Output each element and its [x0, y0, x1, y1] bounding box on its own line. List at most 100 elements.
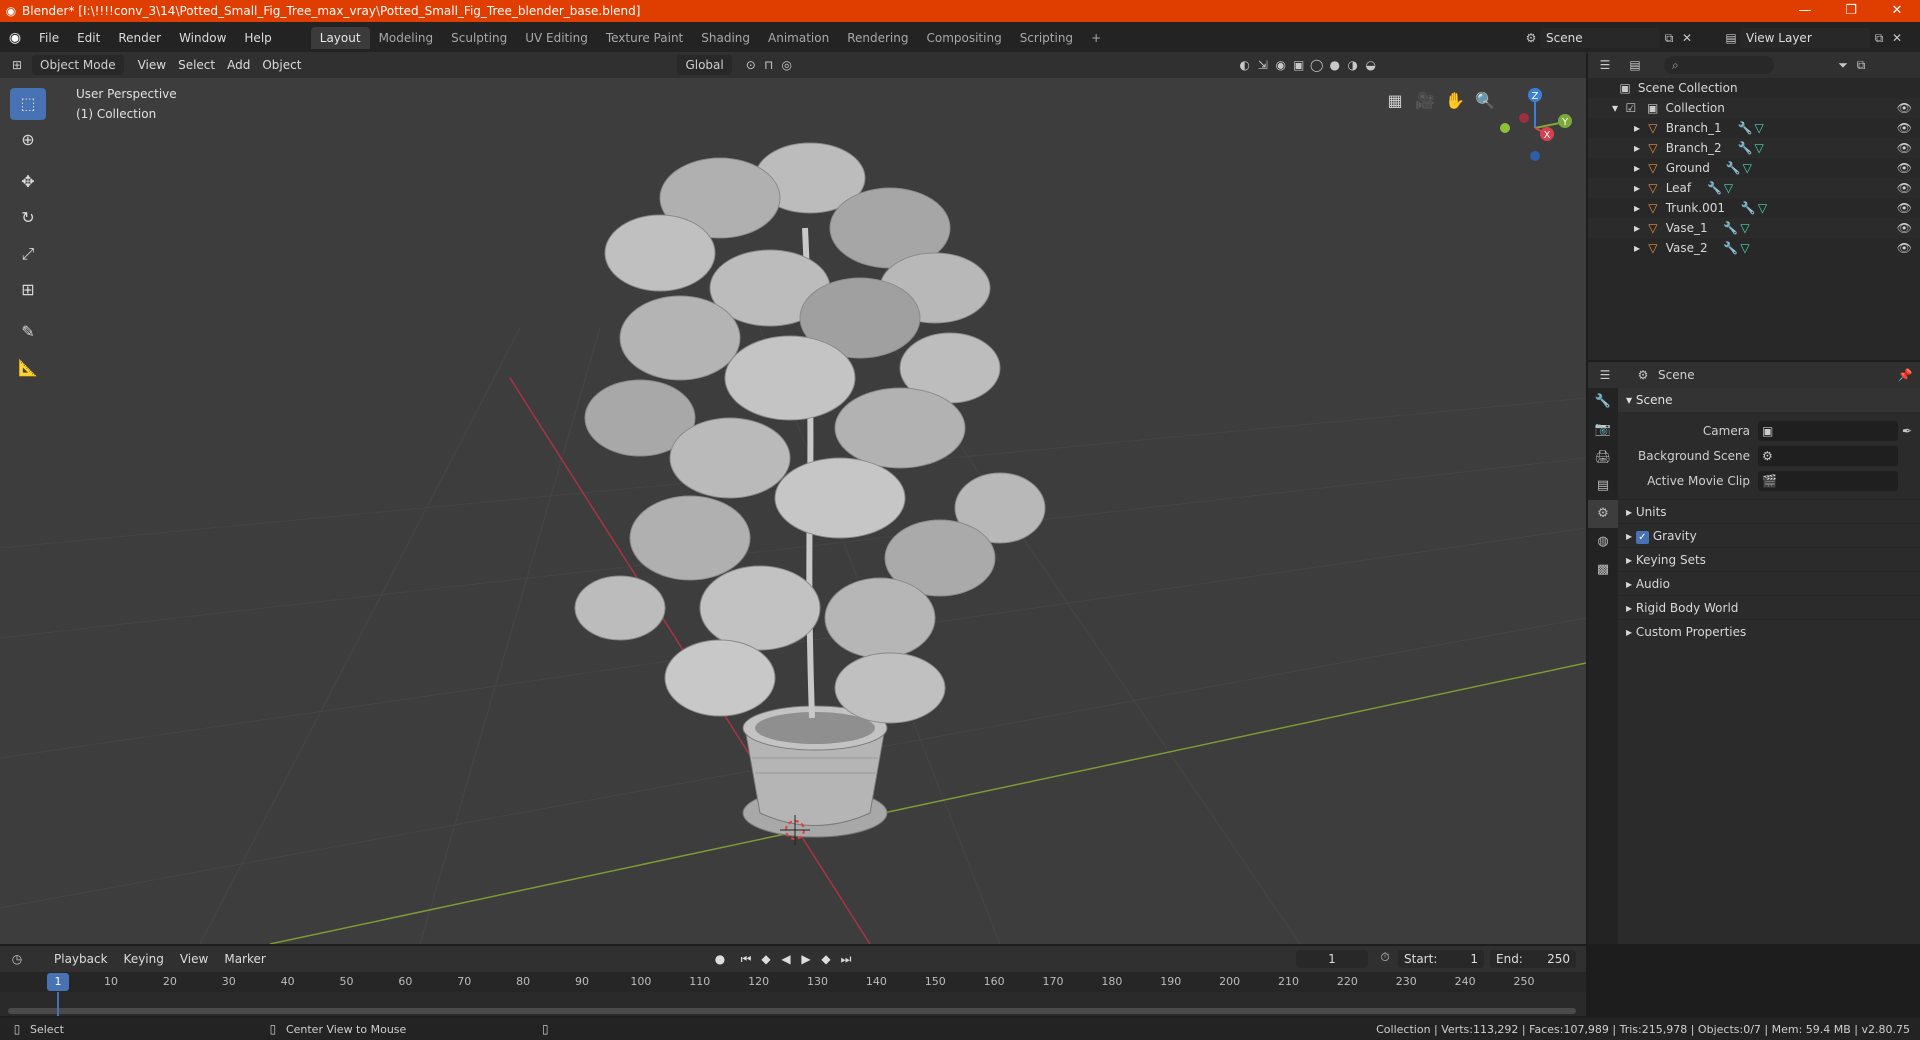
view-menu[interactable]: View: [132, 55, 172, 75]
eyedropper-icon[interactable]: ✒: [1898, 424, 1916, 438]
tool-tab-icon[interactable]: 🔧: [1588, 388, 1618, 416]
expand-arrow-icon[interactable]: ▸: [1634, 181, 1640, 195]
scene-selector[interactable]: ⚙ Scene ⧉ ✕: [1522, 27, 1717, 49]
mesh-data-icon[interactable]: ▽: [1724, 181, 1733, 195]
gravity-checkbox[interactable]: ✓: [1635, 531, 1649, 544]
modifier-wrench-icon[interactable]: 🔧: [1707, 181, 1722, 195]
filter-icon[interactable]: ⏷: [1834, 58, 1852, 73]
eye-icon[interactable]: 👁: [1897, 238, 1912, 258]
expand-arrow-icon[interactable]: ▸: [1634, 221, 1640, 235]
modifier-wrench-icon[interactable]: 🔧: [1726, 161, 1741, 175]
next-keyframe-icon[interactable]: ◆: [816, 952, 836, 966]
mesh-data-icon[interactable]: ▽: [1740, 221, 1749, 235]
object-mode-dropdown[interactable]: Object Mode: [32, 55, 124, 75]
eye-icon[interactable]: 👁: [1897, 218, 1912, 238]
units-section[interactable]: ▸ Units: [1618, 499, 1920, 523]
prev-keyframe-icon[interactable]: ◆: [756, 952, 776, 966]
add-workspace-button[interactable]: +: [1082, 27, 1110, 49]
end-frame-field[interactable]: End: 250: [1490, 950, 1576, 968]
new-scene-icon[interactable]: ⧉: [1660, 31, 1678, 46]
pin-icon[interactable]: 📌: [1896, 368, 1914, 382]
scene-collection-row[interactable]: ▣ Scene Collection: [1588, 78, 1920, 98]
delete-view-layer-icon[interactable]: ✕: [1888, 31, 1906, 45]
stopwatch-icon[interactable]: ⏱: [1376, 950, 1394, 965]
move-tool-icon[interactable]: ✥: [10, 166, 46, 198]
zoom-icon[interactable]: 🔍: [1470, 86, 1500, 116]
outliner-object-row[interactable]: ▸ ▽ Vase_1 🔧 ▽ 👁: [1588, 218, 1920, 238]
material-shading-icon[interactable]: ◑: [1344, 58, 1362, 72]
editor-type-icon[interactable]: ⊞: [8, 58, 26, 72]
outliner-object-row[interactable]: ▸ ▽ Branch_2 🔧 ▽ 👁: [1588, 138, 1920, 158]
background-scene-field[interactable]: ⚙: [1758, 445, 1898, 466]
new-view-layer-icon[interactable]: ⧉: [1870, 31, 1888, 46]
modifier-wrench-icon[interactable]: 🔧: [1737, 121, 1752, 135]
marker-menu[interactable]: Marker: [216, 952, 273, 966]
modifier-wrench-icon[interactable]: 🔧: [1741, 201, 1756, 215]
expand-arrow-icon[interactable]: ▸: [1634, 201, 1640, 215]
eye-icon[interactable]: 👁: [1897, 158, 1912, 178]
outliner-object-row[interactable]: ▸ ▽ Ground 🔧 ▽ 👁: [1588, 158, 1920, 178]
current-frame-indicator[interactable]: 1: [47, 973, 69, 991]
scene-name-field[interactable]: Scene: [1540, 28, 1660, 48]
blender-menu-icon[interactable]: ◉: [0, 30, 30, 46]
display-mode-icon[interactable]: ▤: [1626, 58, 1644, 72]
solid-shading-icon[interactable]: ●: [1326, 58, 1344, 72]
mesh-data-icon[interactable]: ▽: [1743, 161, 1752, 175]
eye-icon[interactable]: 👁: [1897, 98, 1912, 118]
collection-checkbox-icon[interactable]: ☑: [1622, 98, 1640, 118]
cursor-tool-icon[interactable]: ⊕: [10, 124, 46, 156]
eye-icon[interactable]: 👁: [1897, 138, 1912, 158]
new-collection-icon[interactable]: ⧉: [1852, 58, 1870, 73]
grid-view-icon[interactable]: ▦: [1380, 86, 1410, 116]
camera-field[interactable]: ▣: [1758, 420, 1898, 441]
menu-help[interactable]: Help: [235, 31, 280, 45]
timeline-area[interactable]: 1 10 20 30 40 50 60 70 80 90 100 110 120 130 140 150 160…: [0, 972, 1586, 1016]
scene-tab-icon[interactable]: ⚙: [1588, 500, 1618, 528]
select-box-tool-icon[interactable]: ⬚: [10, 88, 46, 120]
world-tab-icon[interactable]: ◍: [1588, 528, 1618, 556]
record-icon[interactable]: ●: [710, 952, 730, 966]
playback-menu[interactable]: Playback: [46, 952, 116, 966]
playhead-line[interactable]: [57, 992, 59, 1016]
eye-icon[interactable]: 👁: [1897, 178, 1912, 198]
modifier-wrench-icon[interactable]: 🔧: [1737, 141, 1752, 155]
keying-menu[interactable]: Keying: [116, 952, 172, 966]
delete-scene-icon[interactable]: ✕: [1678, 31, 1696, 45]
xray-icon[interactable]: ▣: [1290, 58, 1308, 72]
add-menu[interactable]: Add: [221, 55, 256, 75]
active-movie-clip-field[interactable]: 🎬: [1758, 470, 1898, 491]
transform-orientation-dropdown[interactable]: Global: [677, 55, 732, 75]
view-layer-field[interactable]: View Layer: [1740, 28, 1870, 48]
output-tab-icon[interactable]: 🖨: [1588, 444, 1618, 472]
scale-tool-icon[interactable]: ⤢: [10, 238, 46, 270]
tab-modeling[interactable]: Modeling: [370, 27, 443, 49]
modifier-wrench-icon[interactable]: 🔧: [1723, 221, 1738, 235]
overlay-icon[interactable]: ◉: [1272, 58, 1290, 72]
view-layer-selector[interactable]: ▤ View Layer ⧉ ✕: [1722, 27, 1917, 49]
mesh-data-icon[interactable]: ▽: [1758, 201, 1767, 215]
render-tab-icon[interactable]: 📷: [1588, 416, 1618, 444]
expand-arrow-icon[interactable]: ▸: [1634, 121, 1640, 135]
current-frame-field[interactable]: 1: [1296, 950, 1368, 968]
menu-render[interactable]: Render: [109, 31, 170, 45]
snap-icon[interactable]: ⊓: [760, 58, 778, 72]
expand-arrow-icon[interactable]: ▸: [1634, 161, 1640, 175]
timeline-editor-icon[interactable]: ◷: [8, 952, 26, 966]
gravity-section[interactable]: ▸ ✓ Gravity: [1618, 523, 1920, 547]
measure-tool-icon[interactable]: 📐: [10, 352, 46, 384]
rendered-shading-icon[interactable]: ◒: [1362, 58, 1380, 72]
wireframe-shading-icon[interactable]: ◯: [1308, 58, 1326, 72]
menu-edit[interactable]: Edit: [68, 31, 109, 45]
tab-uv-editing[interactable]: UV Editing: [516, 27, 597, 49]
menu-window[interactable]: Window: [170, 31, 235, 45]
expand-arrow-icon[interactable]: ▾: [1612, 101, 1618, 115]
scene-section-header[interactable]: ▾ Scene: [1618, 388, 1920, 412]
outliner-object-row[interactable]: ▸ ▽ Trunk.001 🔧 ▽ 👁: [1588, 198, 1920, 218]
eye-icon[interactable]: 👁: [1897, 118, 1912, 138]
play-reverse-icon[interactable]: ◀: [776, 952, 796, 966]
minimize-button[interactable]: —: [1782, 0, 1828, 22]
collection-row[interactable]: ▾ ☑ ▣ Collection 👁: [1588, 98, 1920, 118]
pivot-icon[interactable]: ⊙: [742, 58, 760, 72]
texture-tab-icon[interactable]: ▩: [1588, 556, 1618, 584]
outliner-editor-icon[interactable]: ☰: [1596, 58, 1614, 72]
